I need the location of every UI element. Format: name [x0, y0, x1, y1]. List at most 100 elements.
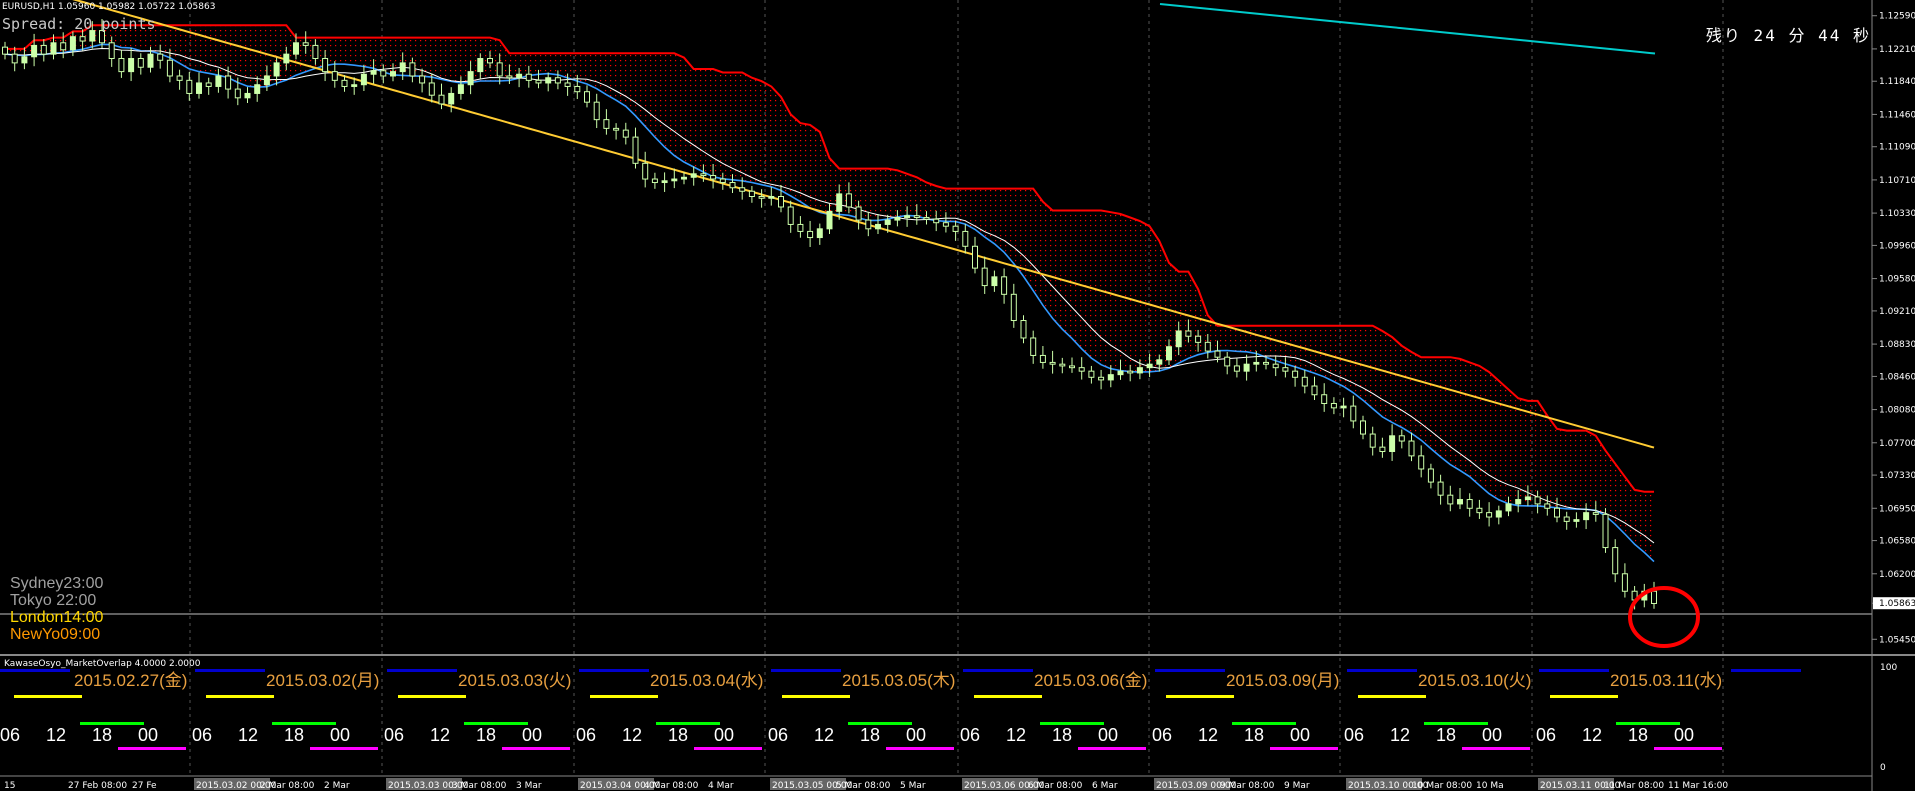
candle [1233, 358, 1240, 378]
time-tick-label: 5 Mar 08:00 [836, 781, 891, 791]
candle [176, 69, 183, 90]
time-axis: 15 27 Feb 08:00 27 Fe 2015.03.02 00:002 Mar… [4, 778, 1728, 791]
candle [1360, 415, 1366, 440]
candle [1427, 463, 1434, 489]
highlight-circle [1628, 586, 1700, 648]
europe-session-bar [782, 695, 850, 698]
candle [1301, 369, 1308, 394]
candle [1495, 505, 1502, 525]
ny-session-bar [1462, 747, 1530, 750]
price-tick-label: 1.05450 [1879, 635, 1915, 645]
candle [1408, 432, 1415, 462]
time-tick-label: 3 Mar [516, 781, 542, 791]
price-tick-label: 1.09960 [1879, 241, 1915, 251]
session-newyork: NewYo09:00 [10, 626, 101, 643]
hour-label: 06 [768, 725, 788, 745]
candle [1398, 429, 1405, 449]
europe-session-bar [1358, 695, 1426, 698]
time-tick-label: 10 Mar 08:00 [1412, 781, 1472, 791]
asia-session-bar [1539, 669, 1609, 672]
europe-session-bar [1550, 695, 1618, 698]
candle [1010, 283, 1017, 328]
hour-label: 06 [1536, 725, 1556, 745]
market-overlap-indicator: 2015.02.27(金) 06 12 18 00 2015.03.02(月) 06 12 18… [0, 669, 1801, 750]
asia-session-bar [0, 669, 70, 672]
price-tick-label: 1.08080 [1879, 406, 1915, 416]
candle [768, 187, 775, 206]
candle [1476, 499, 1483, 519]
time-tick-label: 6 Mar 08:00 [1028, 781, 1083, 791]
candle [1437, 474, 1444, 505]
price-tick-label: 1.11090 [1879, 143, 1915, 153]
candle [1486, 502, 1493, 527]
price-axis: 1.12590 1.12210 1.11840 1.11460 1.11090 1.107… [1872, 12, 1915, 645]
candle [1340, 397, 1347, 418]
time-tick-label: 11 Mar 08:00 [1604, 781, 1664, 791]
candle [593, 93, 600, 129]
indicator-axis-bottom: 0 [1880, 763, 1886, 773]
asia-session-bar [1155, 669, 1225, 672]
candle [642, 151, 649, 188]
hour-label: 06 [0, 725, 20, 745]
candle [651, 172, 658, 189]
candle [991, 270, 998, 292]
session-sydney: Sydney23:00 [10, 575, 104, 592]
candle [758, 189, 765, 208]
hour-label: 00 [906, 725, 926, 745]
indicator-date-label: 2015.03.09(月) [1226, 671, 1339, 690]
europe-session-bar [590, 695, 658, 698]
europe-session-bar [14, 695, 82, 698]
candle [438, 83, 445, 110]
candle [1369, 426, 1376, 456]
candle [31, 33, 38, 67]
ma-short-line [4, 47, 1655, 544]
candle [962, 224, 969, 254]
candle [1292, 365, 1299, 387]
ny-session-bar [310, 747, 378, 750]
hour-label: 12 [1582, 725, 1602, 745]
indicator-date-label: 2015.03.06(金) [1034, 671, 1147, 690]
price-tick-label: 1.12590 [1879, 12, 1915, 22]
time-tick-label: 5 Mar [900, 781, 926, 791]
candle [1020, 315, 1027, 344]
candle [331, 61, 338, 88]
candle [1621, 563, 1628, 598]
hour-label: 06 [576, 725, 596, 745]
price-tick-label: 1.08460 [1879, 372, 1915, 382]
hour-label: 00 [522, 725, 542, 745]
candle [1457, 488, 1463, 510]
hour-label: 18 [476, 725, 496, 745]
session-london: London14:00 [10, 609, 104, 626]
ny-session-bar [886, 747, 954, 750]
price-tick-label: 1.08830 [1879, 340, 1915, 350]
hour-label: 18 [92, 725, 112, 745]
price-tick-label: 1.06580 [1879, 537, 1915, 547]
time-tick-label: 10 Ma [1476, 781, 1504, 791]
asia-session-bar [579, 669, 649, 672]
candle [1059, 357, 1066, 374]
hour-label: 00 [330, 725, 350, 745]
time-tick-label: 9 Mar 08:00 [1220, 781, 1275, 791]
candle [787, 200, 794, 233]
candle [1088, 365, 1095, 384]
candle [1602, 508, 1609, 553]
indicator-axis-top: 100 [1880, 663, 1897, 673]
hour-label: 18 [668, 725, 688, 745]
candle [972, 236, 978, 274]
hour-label: 12 [238, 725, 258, 745]
europe-session-bar [206, 695, 274, 698]
price-tick-label: 1.11840 [1879, 77, 1915, 87]
hour-label: 18 [284, 725, 304, 745]
candle [622, 122, 629, 145]
symbol-info: EURUSD,H1 1.05960 1.05982 1.05722 1.0586… [2, 2, 216, 12]
time-tick-label: 11 Mar 16:00 [1668, 781, 1728, 791]
candle [981, 256, 988, 294]
candle [1350, 395, 1357, 429]
candle [690, 166, 697, 186]
candle [1389, 424, 1396, 461]
price-tick-label: 1.12210 [1879, 45, 1915, 55]
price-tick-label: 1.07700 [1879, 439, 1915, 449]
hour-label: 12 [1198, 725, 1218, 745]
candle [2, 41, 8, 60]
candle [360, 64, 367, 92]
